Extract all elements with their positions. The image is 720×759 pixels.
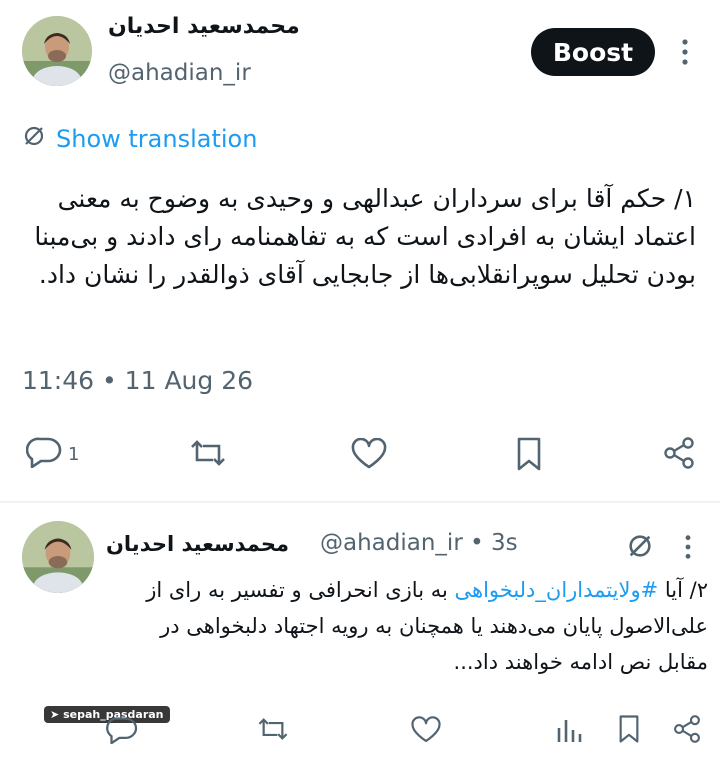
telegram-icon: ➤ [50,708,60,721]
reply-text-prefix: ۲/ آیا [658,578,708,602]
hashtag-link[interactable]: #ولایتمداران_دلبخواهی [455,578,659,602]
reply-heart-icon[interactable] [410,716,442,748]
repost-button[interactable] [188,438,228,473]
share-icon [662,436,696,475]
translation-label: Show translation [56,125,258,153]
reply-author-name[interactable]: محمدسعید احدیان [106,532,289,556]
more-options-icon[interactable] [680,38,690,70]
bookmark-icon [514,436,544,477]
reply-author-avatar[interactable] [22,521,94,593]
divider [0,501,720,503]
reply-button[interactable]: 1 [25,436,80,473]
tweet-body: ۱/ حکم آقا برای سرداران عبدالهی و وحیدی … [34,184,696,289]
reply-translate-icon[interactable] [626,532,654,564]
author-handle[interactable]: @ahadian_ir [108,60,251,86]
reply-icon [25,436,62,473]
author-name[interactable]: محمدسعید احدیان [108,14,300,39]
reply-count: 1 [68,444,80,465]
reply-more-options-icon[interactable] [683,534,693,564]
repost-icon [188,438,228,473]
reply-views-icon[interactable] [556,716,582,748]
boost-button[interactable]: Boost [531,28,655,76]
like-button[interactable] [350,437,388,475]
reply-body: ۲/ آیا #ولایتمداران_دلبخواهی به بازی انح… [104,572,708,680]
bookmark-button[interactable] [514,436,544,477]
reply-repost-icon[interactable] [256,716,290,746]
reply-reply-icon[interactable] [106,716,138,748]
heart-icon [350,437,388,475]
translate-icon [22,124,46,154]
author-avatar[interactable] [22,16,92,86]
reply-bookmark-icon[interactable] [616,714,642,748]
share-button[interactable] [662,436,696,475]
reply-share-icon[interactable] [672,714,702,748]
tweet-timestamp[interactable]: 11:46 • 11 Aug 26 [22,366,253,395]
show-translation-link[interactable]: Show translation [22,124,257,154]
reply-handle-time[interactable]: @ahadian_ir • 3s [320,530,518,556]
